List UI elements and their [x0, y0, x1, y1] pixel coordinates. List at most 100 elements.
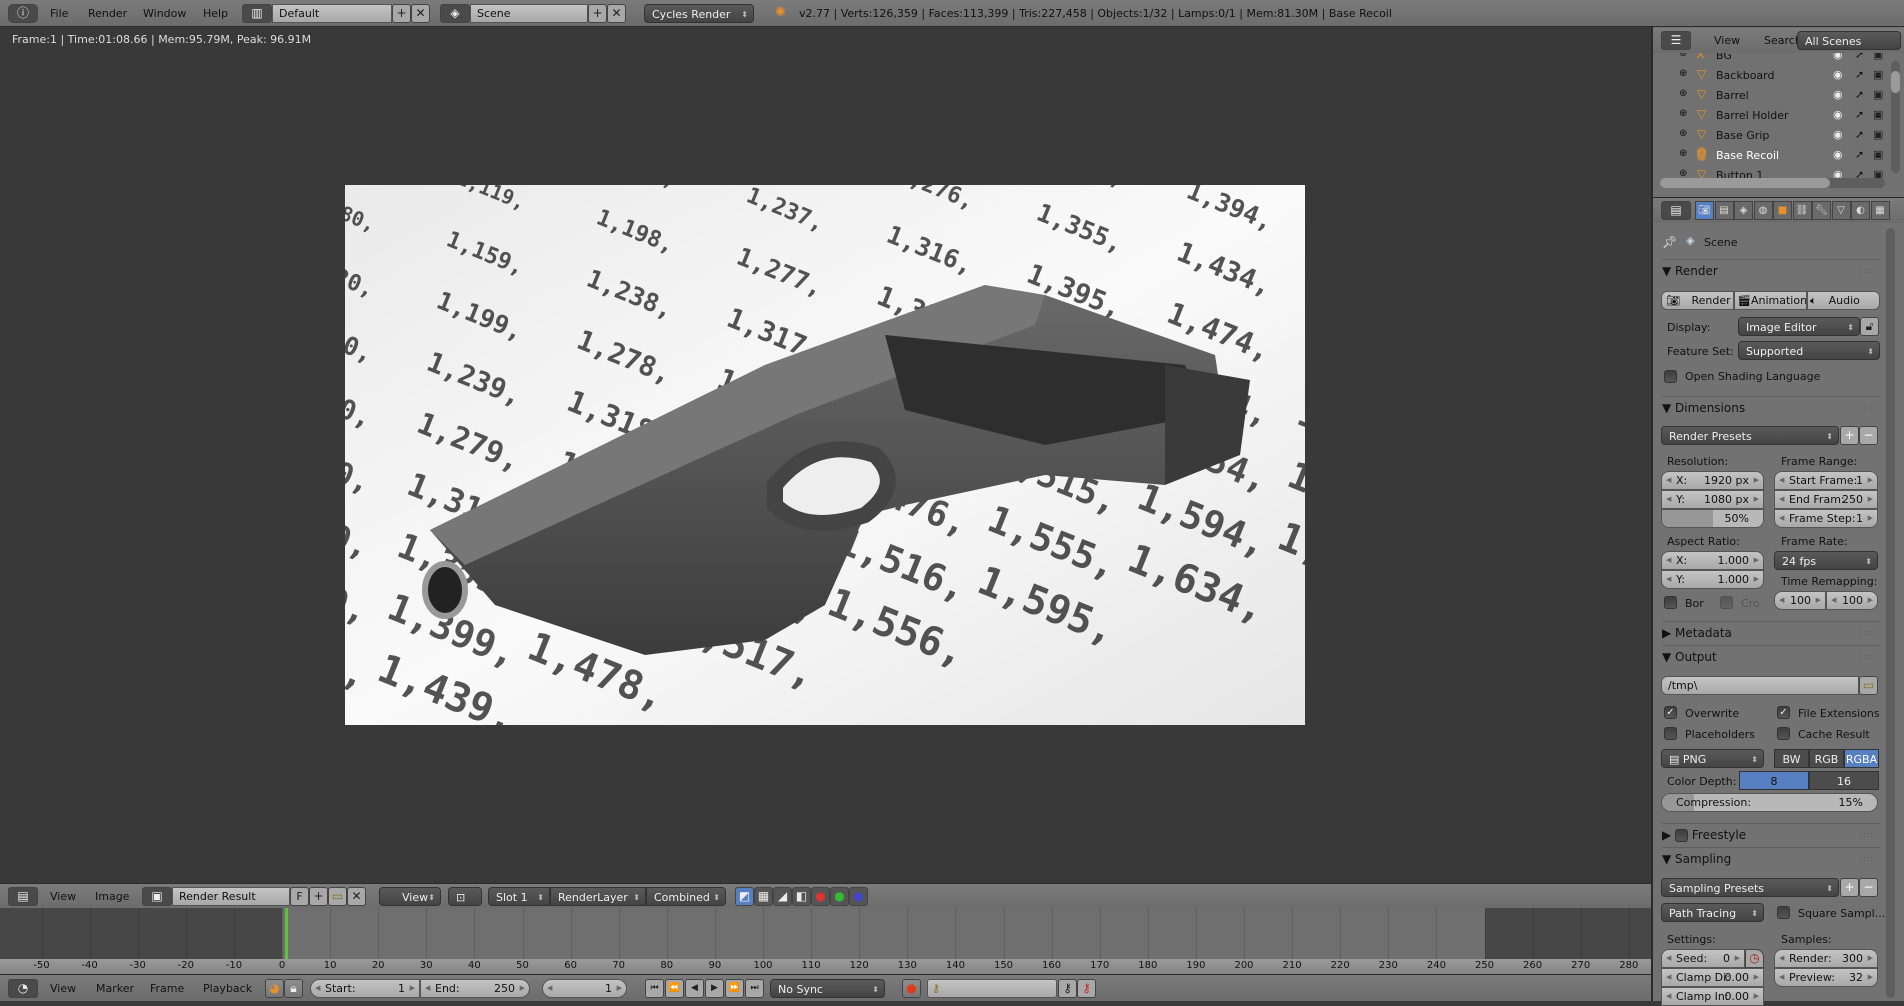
- aspect-x-field[interactable]: ◀ X: 1.000 ▶: [1661, 551, 1764, 570]
- open-image-folder-icon[interactable]: ▭: [328, 887, 347, 906]
- timeline-ruler[interactable]: -50 -40 -30 -20 -10 0 10 20 30 40 50 60 70 80 90 100 110…: [0, 959, 1651, 974]
- visibility-eye-icon[interactable]: ◉: [1833, 88, 1843, 101]
- square-samples-checkbox[interactable]: [1777, 906, 1790, 919]
- menu-image[interactable]: Image: [95, 890, 129, 903]
- display-dropdown[interactable]: Image Editor ⬍: [1738, 317, 1860, 336]
- panel-output-header[interactable]: ▼ Output::::: [1662, 645, 1880, 667]
- audio-button[interactable]: 🔈︎ Audio: [1807, 291, 1880, 310]
- expand-icon[interactable]: ⊕: [1679, 88, 1687, 99]
- preview-range-icon[interactable]: ◕: [265, 979, 284, 998]
- alpha-only-icon[interactable]: ◧: [792, 887, 811, 906]
- outliner-hscrollbar[interactable]: [1660, 178, 1885, 188]
- layout-icon[interactable]: ▥: [242, 4, 272, 23]
- menu-help[interactable]: Help: [203, 7, 228, 20]
- panel-freestyle-header[interactable]: ▶ Freestyle::::: [1662, 823, 1880, 845]
- prev-keyframe-icon[interactable]: ⏪: [665, 979, 684, 998]
- tab-modifiers-icon[interactable]: 🔧︎: [1812, 201, 1831, 220]
- play-reverse-icon[interactable]: ◀: [685, 979, 704, 998]
- tab-render-layers-icon[interactable]: ▤: [1714, 201, 1734, 220]
- fake-user-button[interactable]: F: [290, 887, 309, 906]
- animation-button[interactable]: 🎬︎Animation: [1734, 291, 1807, 310]
- renderable-camera-icon[interactable]: ▣: [1873, 53, 1883, 61]
- render-engine-dropdown[interactable]: Cycles Render ⬍: [644, 4, 754, 23]
- selectable-cursor-icon[interactable]: ➚: [1855, 68, 1864, 81]
- render-samples-field[interactable]: ◀ Render: 300 ▶: [1774, 949, 1878, 968]
- border-checkbox[interactable]: [1664, 596, 1677, 609]
- preview-samples-field[interactable]: ◀ Preview: 32 ▶: [1774, 968, 1878, 987]
- expand-icon[interactable]: ⊕: [1679, 108, 1687, 119]
- placeholders-checkbox[interactable]: [1664, 727, 1677, 740]
- menu-frame[interactable]: Frame: [150, 982, 184, 995]
- tab-material-icon[interactable]: ◐: [1851, 201, 1870, 220]
- green-channel-icon[interactable]: ●: [830, 887, 849, 906]
- visibility-eye-icon[interactable]: ◉: [1833, 108, 1843, 121]
- view-mode-dropdown[interactable]: View ⬍: [379, 887, 441, 906]
- resolution-y-field[interactable]: ◀ Y: 1080 px ▶: [1661, 490, 1764, 509]
- file-extensions-checkbox[interactable]: ✓: [1777, 706, 1790, 719]
- tab-constraints-icon[interactable]: ⛓︎: [1792, 201, 1812, 220]
- color-mode-rgba-button[interactable]: RGBA: [1844, 749, 1879, 768]
- tab-object-icon[interactable]: ■: [1773, 201, 1792, 220]
- alpha-checker-icon[interactable]: ▦: [754, 887, 773, 906]
- aspect-y-field[interactable]: ◀ Y: 1.000 ▶: [1661, 570, 1764, 589]
- menu-window[interactable]: Window: [143, 7, 186, 20]
- delete-scene-button[interactable]: ✕: [607, 4, 626, 23]
- scene-icon[interactable]: ◈: [440, 4, 470, 23]
- play-icon[interactable]: ▶: [705, 979, 724, 998]
- outliner-item[interactable]: ⊕ ▽ Base Recoil ◉ ➚ ▣: [1653, 145, 1889, 165]
- visibility-eye-icon[interactable]: ◉: [1833, 128, 1843, 141]
- visibility-eye-icon[interactable]: ◉: [1833, 53, 1843, 61]
- lock-interface-icon[interactable]: 🔓︎: [1860, 317, 1879, 336]
- color-mode-bw-button[interactable]: BW: [1774, 749, 1809, 768]
- image-browse-icon[interactable]: ▣: [142, 887, 172, 906]
- renderable-camera-icon[interactable]: ▣: [1873, 128, 1883, 141]
- jump-start-icon[interactable]: ⏮: [645, 979, 664, 998]
- editor-type-outliner-button[interactable]: ☰: [1661, 31, 1691, 50]
- selectable-cursor-icon[interactable]: ➚: [1855, 108, 1864, 121]
- add-layout-button[interactable]: +: [392, 4, 411, 23]
- unlink-image-button[interactable]: ✕: [347, 887, 366, 906]
- resolution-percentage-slider[interactable]: 50%: [1661, 509, 1764, 528]
- blue-channel-icon[interactable]: ●: [849, 887, 868, 906]
- outliner-item-name[interactable]: BG: [1716, 53, 1732, 62]
- tab-texture-icon[interactable]: ▦: [1870, 201, 1890, 220]
- tab-render-icon[interactable]: 📷︎: [1695, 201, 1714, 220]
- visibility-eye-icon[interactable]: ◉: [1833, 68, 1843, 81]
- image-editor-area[interactable]: Frame:1 | Time:01:08.66 | Mem:95.79M, Pe…: [0, 28, 1651, 883]
- editor-type-image-button[interactable]: ▤: [8, 887, 38, 906]
- menu-file[interactable]: File: [50, 7, 68, 20]
- animated-seed-clock-icon[interactable]: ◷: [1745, 949, 1764, 968]
- menu-view[interactable]: View: [1714, 34, 1740, 47]
- seed-field[interactable]: ◀ Seed: 0 ▶: [1661, 949, 1745, 968]
- file-format-dropdown[interactable]: ▤ PNG ⬍: [1661, 749, 1764, 768]
- outliner-vscrollbar[interactable]: [1891, 61, 1900, 173]
- tab-scene-icon[interactable]: ◈: [1734, 201, 1753, 220]
- selectable-cursor-icon[interactable]: ➚: [1855, 148, 1864, 161]
- scene-selector[interactable]: Scene: [470, 4, 588, 23]
- expand-icon[interactable]: ⊕: [1679, 148, 1687, 159]
- outliner-item[interactable]: ⊕ ▽ Barrel Holder ◉ ➚ ▣: [1653, 105, 1889, 125]
- delete-layout-button[interactable]: ✕: [411, 4, 430, 23]
- output-path-field[interactable]: /tmp\: [1661, 676, 1859, 695]
- end-frame-field[interactable]: ◀ End: 250 ▶: [420, 979, 530, 998]
- frame-rate-dropdown[interactable]: 24 fps ⬍: [1774, 551, 1878, 570]
- outliner-item[interactable]: ⊕ ▽ Backboard ◉ ➚ ▣: [1653, 65, 1889, 85]
- keying-set-field[interactable]: ⚷: [927, 979, 1057, 998]
- editor-type-info-button[interactable]: ⓘ: [8, 4, 38, 23]
- render-pass-dropdown[interactable]: Combined ⬍: [646, 887, 726, 906]
- image-name-field[interactable]: Render Result: [172, 887, 290, 906]
- editor-type-timeline-button[interactable]: ◔: [8, 979, 38, 998]
- renderable-camera-icon[interactable]: ▣: [1873, 68, 1883, 81]
- start-frame-field[interactable]: ◀ Start Frame: 1 ▶: [1774, 471, 1878, 490]
- new-image-button[interactable]: +: [309, 887, 328, 906]
- next-keyframe-icon[interactable]: ⏩: [725, 979, 744, 998]
- properties-scrollbar[interactable]: [1886, 228, 1895, 998]
- crop-checkbox[interactable]: [1720, 596, 1733, 609]
- jump-end-icon[interactable]: ⏭: [745, 979, 764, 998]
- selectable-cursor-icon[interactable]: ➚: [1855, 128, 1864, 141]
- outliner-item-name[interactable]: Base Recoil: [1716, 149, 1779, 162]
- start-frame-field[interactable]: ◀ Start: 1 ▶: [310, 979, 420, 998]
- panel-metadata-header[interactable]: ▶ Metadata::::: [1662, 621, 1880, 643]
- cache-result-checkbox[interactable]: [1777, 727, 1790, 740]
- menu-view[interactable]: View: [50, 890, 76, 903]
